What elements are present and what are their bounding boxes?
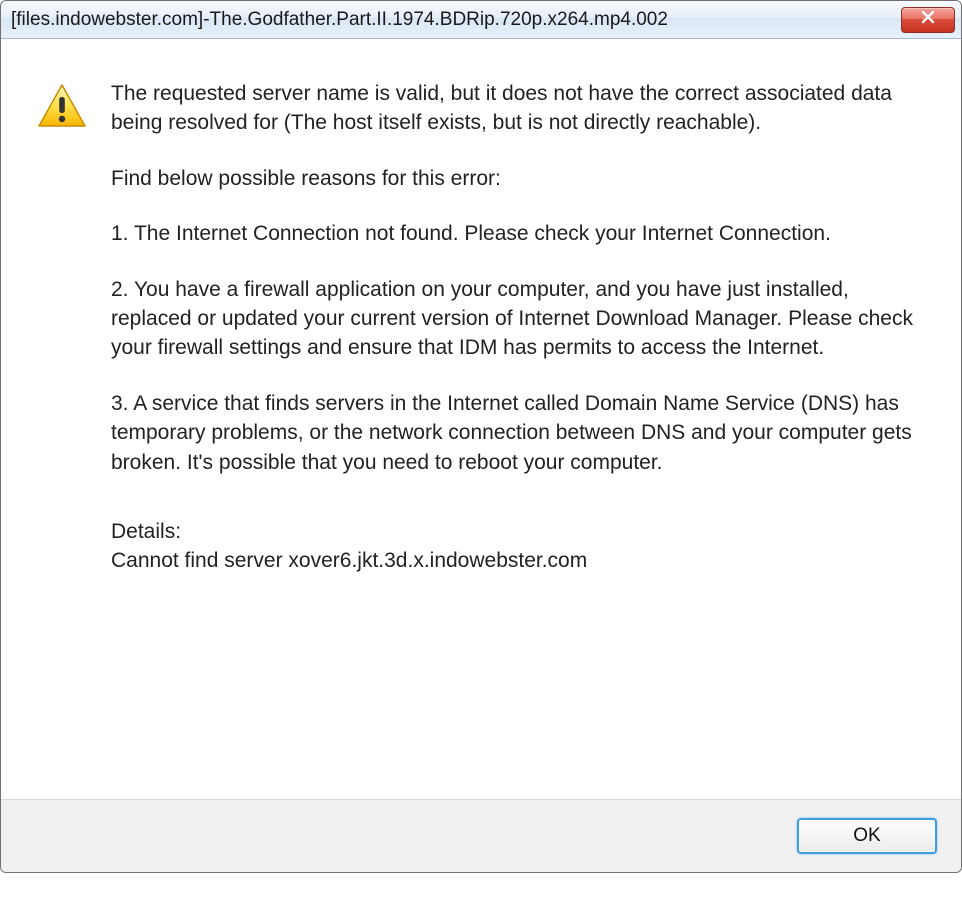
dialog-body: The requested server name is valid, but … [1, 39, 961, 799]
titlebar: [files.indowebster.com]-The.Godfather.Pa… [1, 1, 961, 39]
close-button[interactable] [901, 7, 955, 33]
ok-button[interactable]: OK [797, 818, 937, 854]
close-icon [920, 10, 936, 29]
ok-button-label: OK [853, 825, 880, 847]
titlebar-text: [files.indowebster.com]-The.Godfather.Pa… [11, 9, 901, 31]
details-label: Details: [111, 517, 925, 546]
dialog-footer: OK [1, 799, 961, 872]
message-area: The requested server name is valid, but … [111, 79, 925, 576]
details-block: Details: Cannot find server xover6.jkt.3… [111, 517, 925, 576]
message-intro: The requested server name is valid, but … [111, 79, 925, 138]
reason-1: 1. The Internet Connection not found. Pl… [111, 219, 925, 248]
reasons-header: Find below possible reasons for this err… [111, 164, 925, 193]
reason-2: 2. You have a firewall application on yo… [111, 275, 925, 363]
warning-icon [37, 83, 87, 134]
reason-3: 3. A service that finds servers in the I… [111, 389, 925, 477]
details-value: Cannot find server xover6.jkt.3d.x.indow… [111, 546, 925, 575]
error-dialog: [files.indowebster.com]-The.Godfather.Pa… [0, 0, 962, 873]
